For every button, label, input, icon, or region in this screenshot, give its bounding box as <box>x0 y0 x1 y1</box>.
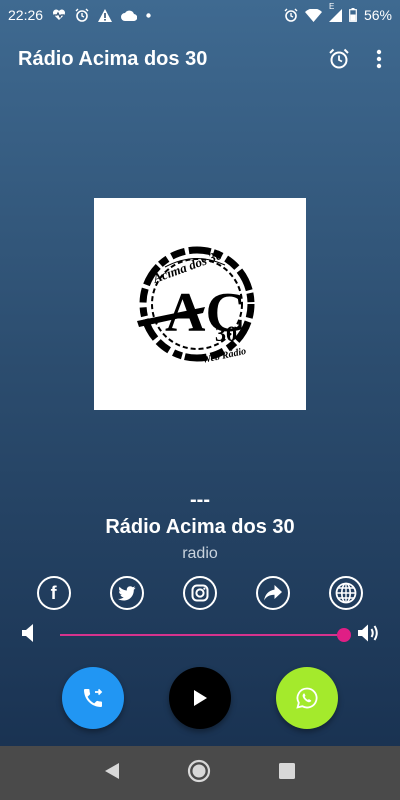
notification-dot-icon <box>146 12 151 18</box>
cloud-icon <box>121 10 138 21</box>
station-name: Rádio Acima dos 30 <box>105 516 295 538</box>
play-icon <box>193 690 207 706</box>
status-bar: 22:26 E 56% <box>0 0 400 30</box>
player-controls <box>0 667 400 729</box>
alarm-status-icon <box>75 8 89 22</box>
whatsapp-button[interactable] <box>275 667 338 729</box>
app-title: Rádio Acima dos 30 <box>18 47 208 70</box>
wifi-icon <box>304 8 322 22</box>
whatsapp-icon <box>295 687 318 709</box>
phone-forward-icon <box>84 688 103 707</box>
battery-percent: 56% <box>363 7 392 23</box>
logo-tagline: Web Rádio <box>201 346 247 366</box>
facebook-icon[interactable]: f <box>36 576 71 610</box>
volume-slider[interactable] <box>60 620 351 650</box>
more-vertical-icon[interactable] <box>376 49 382 69</box>
alarm-clock-icon[interactable] <box>328 48 350 70</box>
volume-high-icon[interactable] <box>358 623 382 648</box>
home-icon[interactable] <box>187 759 211 788</box>
system-nav-bar <box>0 746 400 800</box>
logo-number: 30 <box>215 321 237 346</box>
facebook-glyph: f <box>50 582 57 603</box>
status-left: 22:26 <box>8 7 151 23</box>
status-right: E 56% <box>284 2 392 23</box>
track-title: --- <box>190 489 210 511</box>
instagram-icon[interactable] <box>182 576 217 610</box>
app-bar: Rádio Acima dos 30 <box>0 38 400 80</box>
social-links: f <box>0 576 400 610</box>
volume-control <box>22 620 382 650</box>
globe-icon[interactable] <box>329 576 364 610</box>
heart-rate-icon <box>52 9 66 21</box>
back-icon[interactable] <box>104 762 120 785</box>
twitter-icon[interactable] <box>109 576 144 610</box>
share-icon[interactable] <box>256 576 291 610</box>
battery-icon <box>349 8 357 22</box>
app-actions <box>328 48 382 70</box>
station-artwork: Acima dos 30 AC 30 Web Rádio <box>94 198 306 410</box>
network-type-label: E <box>328 1 335 11</box>
play-button[interactable] <box>168 667 231 729</box>
call-button[interactable] <box>62 667 125 729</box>
volume-track <box>60 634 344 636</box>
warning-icon <box>98 8 113 22</box>
signal-icon: E <box>328 2 342 22</box>
status-time: 22:26 <box>8 7 44 23</box>
logo-arc-text: Acima dos 30 <box>150 247 224 286</box>
volume-thumb[interactable] <box>337 628 351 642</box>
station-logo: Acima dos 30 AC 30 Web Rádio <box>137 246 255 366</box>
alarm-status-icon-right <box>284 8 298 22</box>
now-playing: --- Rádio Acima dos 30 radio <box>0 488 400 563</box>
recents-icon[interactable] <box>278 762 296 785</box>
station-subtitle: radio <box>182 545 218 562</box>
volume-low-icon[interactable] <box>22 623 34 647</box>
